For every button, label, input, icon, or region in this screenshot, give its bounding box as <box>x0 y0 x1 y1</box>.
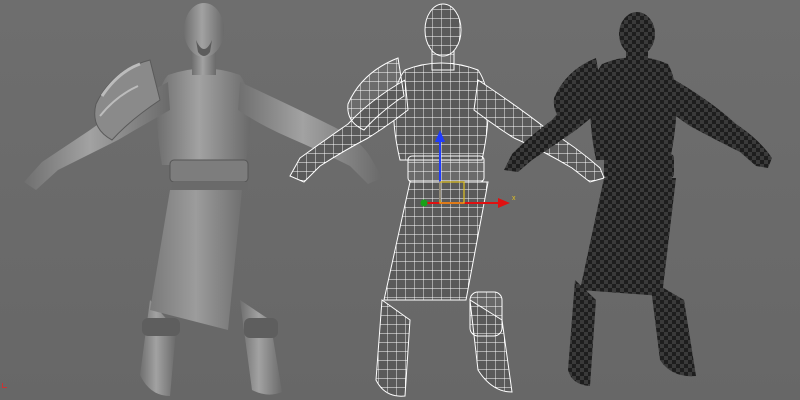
checker-head <box>619 12 655 56</box>
gizmo-x-arrow <box>498 198 510 208</box>
shaded-right-leg <box>240 300 282 395</box>
gizmo-z-axis <box>420 199 428 207</box>
shaded-model[interactable] <box>24 3 382 396</box>
uv-checker-model[interactable] <box>504 12 772 386</box>
shaded-left-greave <box>142 318 180 336</box>
shaded-belt <box>169 159 249 183</box>
checker-loincloth <box>580 178 676 296</box>
gizmo-x-label: x <box>512 195 516 202</box>
wireframe-model[interactable] <box>289 3 605 397</box>
shaded-right-greave <box>244 318 278 338</box>
viewport-scene: x <box>24 3 772 397</box>
axis-corner-marker <box>2 383 7 388</box>
shaded-torso <box>157 68 251 165</box>
checker-torso <box>590 57 677 160</box>
3d-viewport[interactable]: x <box>0 0 800 400</box>
shaded-head <box>184 3 224 57</box>
shaded-loincloth <box>150 190 242 330</box>
